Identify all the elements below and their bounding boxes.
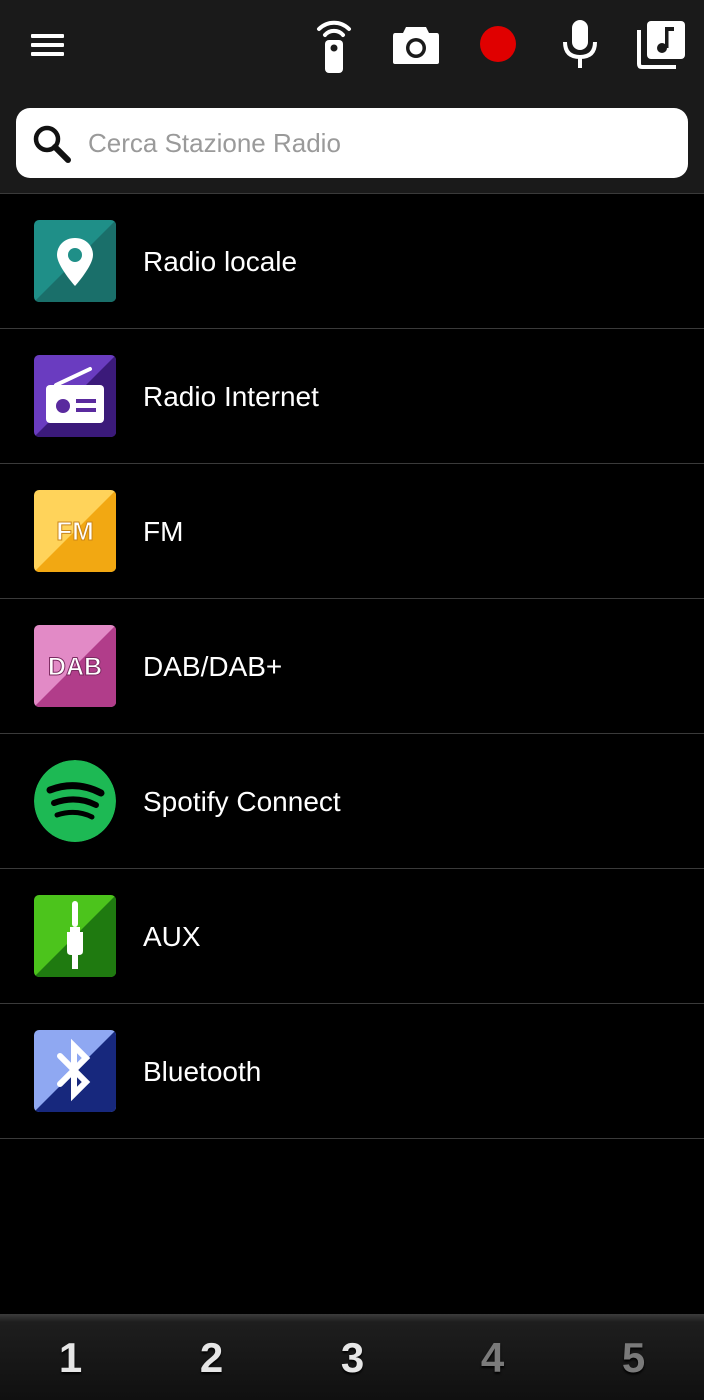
dab-icon: DAB	[34, 625, 116, 707]
source-item-dab[interactable]: DAB DAB/DAB+	[0, 599, 704, 734]
source-item-aux[interactable]: AUX	[0, 869, 704, 1004]
search-input[interactable]	[88, 108, 668, 178]
record-icon[interactable]	[468, 14, 528, 74]
svg-text:DAB: DAB	[48, 653, 102, 681]
source-label: Bluetooth	[143, 1056, 262, 1087]
source-label: Radio locale	[143, 246, 298, 277]
spotify-icon	[34, 760, 116, 842]
preset-button-2[interactable]: 2	[141, 1314, 282, 1400]
svg-text:FM: FM	[56, 516, 94, 546]
source-label: Radio Internet	[143, 381, 319, 412]
location-pin-icon	[34, 220, 116, 302]
source-item-radio-locale[interactable]: Radio locale	[0, 194, 704, 329]
source-item-radio-internet[interactable]: Radio Internet	[0, 329, 704, 464]
preset-button-3[interactable]: 3	[282, 1314, 423, 1400]
source-label: DAB/DAB+	[143, 651, 283, 682]
preset-button-4[interactable]: 4	[422, 1314, 563, 1400]
top-bar	[0, 0, 704, 194]
search-bar	[16, 108, 688, 178]
remote-control-icon[interactable]	[304, 14, 364, 74]
preset-button-1[interactable]: 1	[0, 1314, 141, 1400]
source-label: AUX	[143, 921, 201, 952]
fm-icon: FM	[34, 490, 116, 572]
aux-jack-icon	[34, 895, 116, 977]
microphone-icon[interactable]	[550, 14, 610, 74]
camera-icon[interactable]	[386, 14, 446, 74]
preset-button-5[interactable]: 5	[563, 1314, 704, 1400]
menu-icon[interactable]	[22, 24, 74, 66]
source-item-fm[interactable]: FM FM	[0, 464, 704, 599]
preset-bar: 1 2 3 4 5	[0, 1314, 704, 1400]
radio-icon	[34, 355, 116, 437]
source-list: Radio locale Radio Internet FM FM DAB DA…	[0, 194, 704, 1139]
source-item-spotify[interactable]: Spotify Connect	[0, 734, 704, 869]
source-label: Spotify Connect	[143, 786, 341, 817]
source-label: FM	[143, 516, 184, 547]
source-item-bluetooth[interactable]: Bluetooth	[0, 1004, 704, 1139]
bluetooth-icon	[34, 1030, 116, 1112]
music-library-icon[interactable]	[632, 14, 692, 74]
search-icon[interactable]	[30, 122, 74, 166]
